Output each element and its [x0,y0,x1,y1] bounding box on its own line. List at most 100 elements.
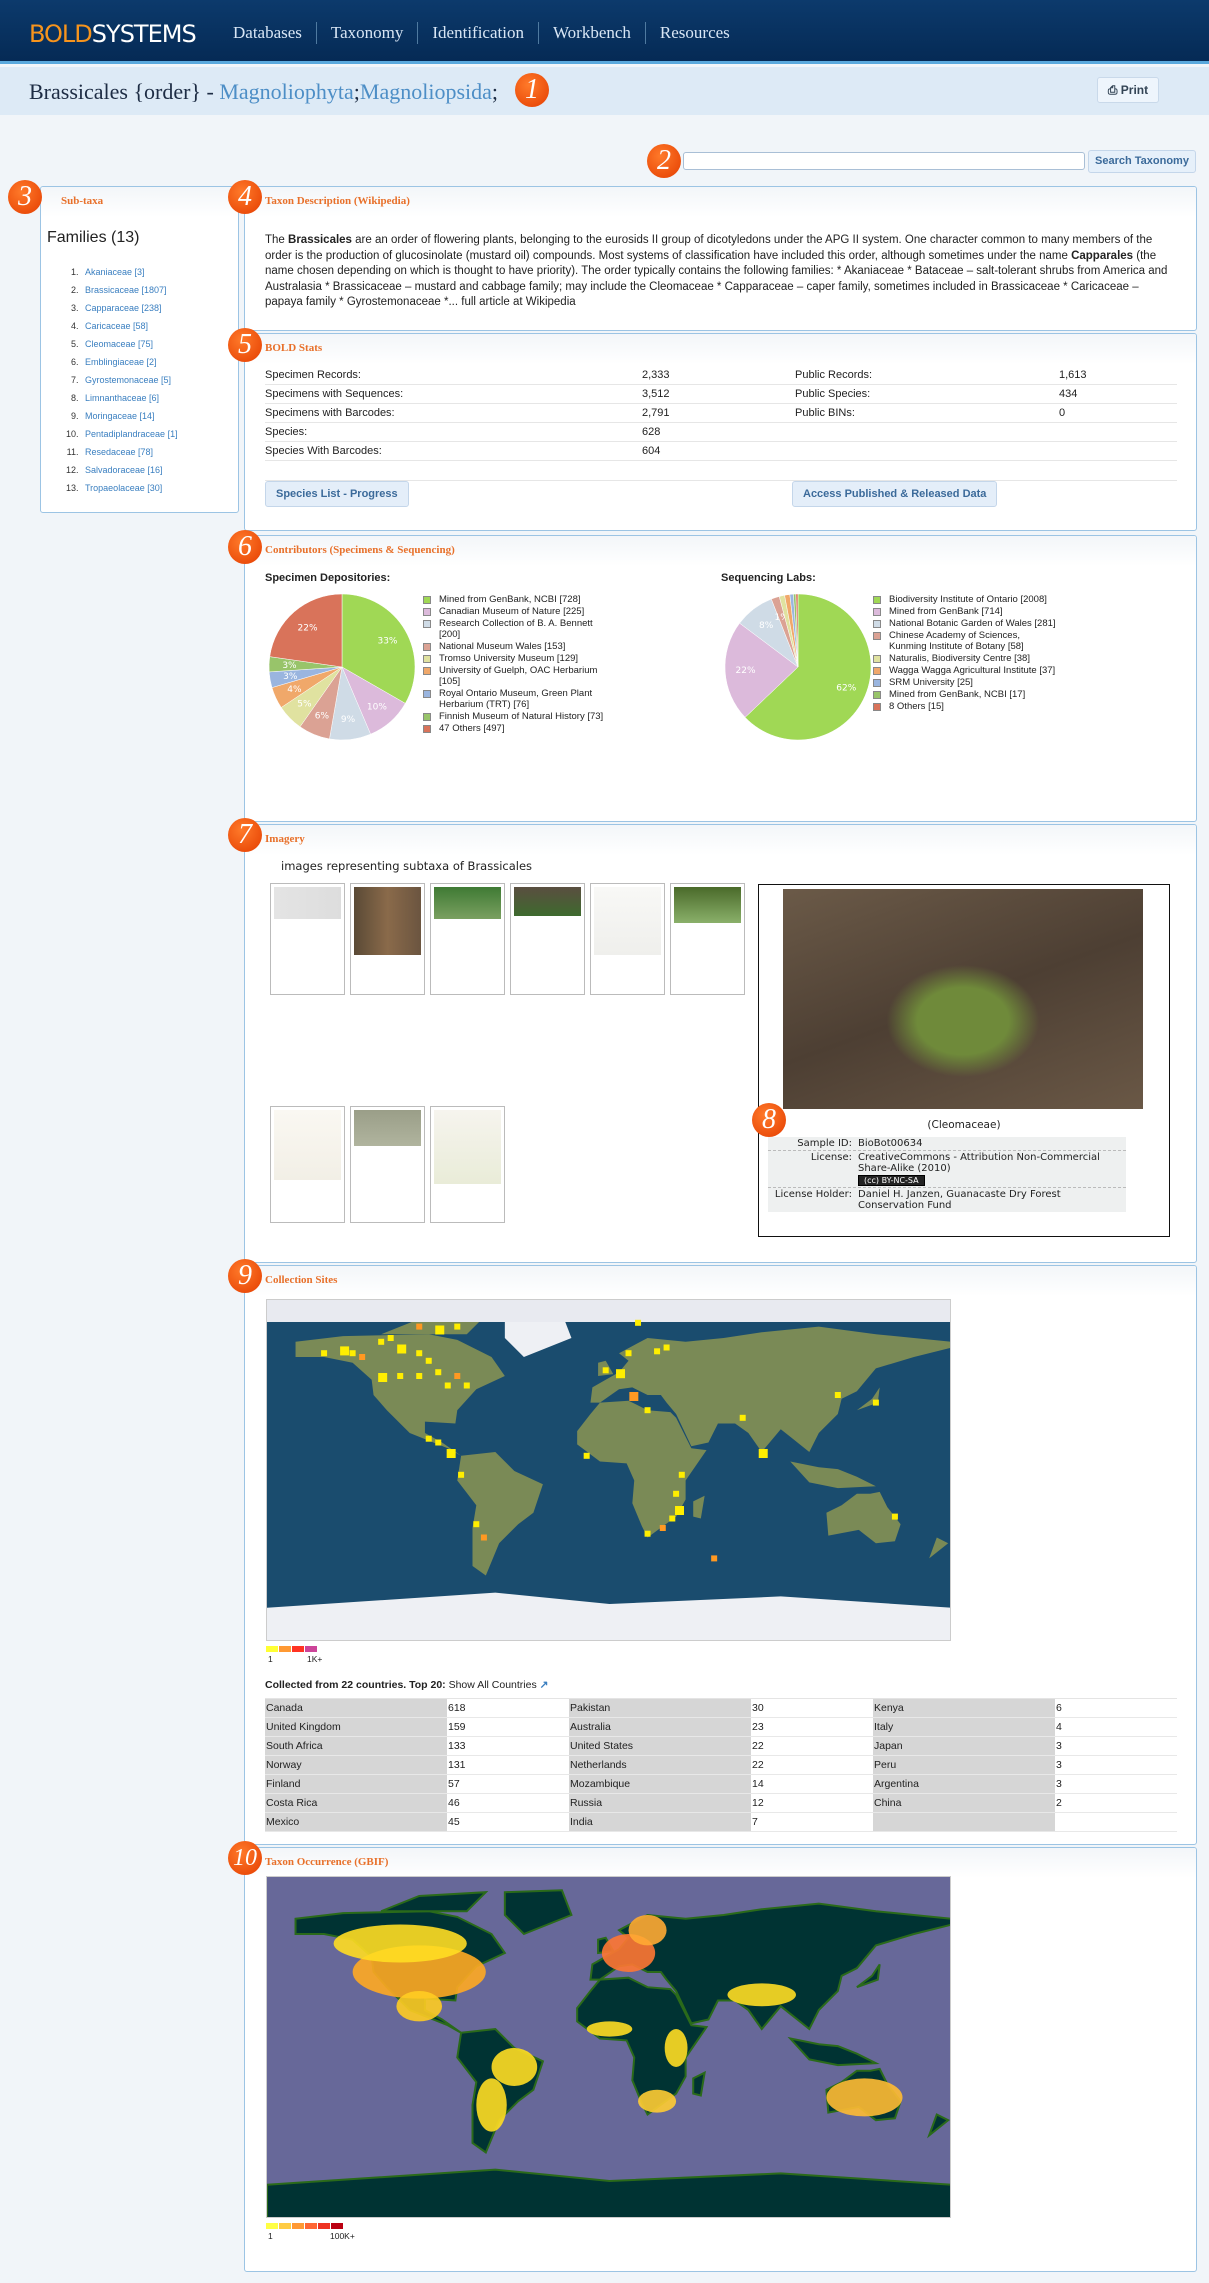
collection-site-marker[interactable] [340,1346,350,1356]
collection-sites-map[interactable] [266,1299,951,1641]
cc-license-badge[interactable]: (cc) BY-NC-SA [858,1175,925,1186]
collection-site-marker[interactable] [739,1414,746,1421]
collection-site-marker[interactable] [625,1350,632,1357]
legend-swatch [873,620,881,628]
collection-site-marker[interactable] [629,1392,639,1401]
collection-site-marker[interactable] [446,1449,456,1458]
collection-site-marker[interactable] [616,1369,626,1379]
collection-site-marker[interactable] [435,1439,442,1446]
image-thumbnail[interactable] [350,883,425,995]
family-link[interactable]: Capparaceae [238] [85,303,162,313]
country-name: Canada [265,1699,447,1717]
collection-site-marker[interactable] [435,1325,445,1335]
collection-site-marker[interactable] [635,1319,642,1326]
country-name: Mexico [265,1813,447,1831]
family-link[interactable]: Moringaceae [14] [85,411,155,421]
legend-swatch [873,667,881,675]
image-thumbnail[interactable] [670,883,745,995]
family-link[interactable]: Salvadoraceae [16] [85,465,163,475]
show-all-countries-link[interactable]: Show All Countries [449,1679,537,1691]
stat-row: Specimens with Sequences: 3,512 Public Spe… [265,385,1177,404]
collection-site-marker[interactable] [583,1452,590,1459]
collection-site-marker[interactable] [654,1348,661,1355]
collection-site-marker[interactable] [416,1350,423,1357]
family-link[interactable]: Akaniaceae [3] [85,267,145,277]
species-list-progress-button[interactable]: Species List - Progress [265,481,409,507]
family-link[interactable]: Resedaceae [78] [85,447,153,457]
collection-site-marker[interactable] [711,1555,718,1562]
collection-site-marker[interactable] [659,1525,666,1531]
collection-site-marker[interactable] [473,1521,480,1528]
print-button[interactable]: ⎙ Print [1097,77,1159,103]
collection-site-marker[interactable] [321,1350,328,1357]
collection-site-marker[interactable] [663,1344,670,1351]
family-link[interactable]: Tropaeolaceae [30] [85,483,162,493]
collection-site-marker[interactable] [872,1399,879,1406]
image-thumbnail[interactable] [430,1106,505,1223]
image-thumbnail[interactable] [350,1106,425,1223]
search-taxonomy-button[interactable]: Search Taxonomy [1088,150,1196,173]
collection-site-marker[interactable] [454,1323,461,1330]
family-link[interactable]: Brassicaceae [1807] [85,285,167,295]
panel-heading: Sub-taxa [41,187,238,217]
collection-site-marker[interactable] [644,1407,651,1414]
collection-site-marker[interactable] [359,1354,366,1360]
collection-site-marker[interactable] [669,1515,676,1522]
collection-site-marker[interactable] [644,1530,651,1537]
collection-site-marker[interactable] [397,1344,407,1354]
collection-site-marker[interactable] [891,1513,898,1520]
wikipedia-link[interactable]: full article at Wikipedia [461,296,575,308]
collection-site-marker[interactable] [480,1534,487,1541]
taxonomy-search-input[interactable] [683,152,1085,170]
gbif-occurrence-map[interactable] [266,1876,951,2218]
image-thumbnail[interactable] [270,883,345,995]
image-thumbnail[interactable] [510,883,585,995]
family-item: Caricaceae [58] [81,321,238,339]
collection-site-marker[interactable] [678,1471,685,1478]
collection-site-marker[interactable] [378,1338,385,1345]
image-thumbnail[interactable] [430,883,505,995]
collection-site-marker[interactable] [378,1373,388,1382]
collection-site-marker[interactable] [602,1367,609,1374]
collection-site-marker[interactable] [458,1471,465,1478]
logo-bold: BOLD [29,20,93,48]
collection-site-marker[interactable] [454,1373,461,1379]
collection-site-marker[interactable] [416,1323,423,1330]
collection-site-marker[interactable] [444,1382,451,1389]
breadcrumb-magnoliophyta[interactable]: Magnoliophyta [219,79,353,104]
family-link[interactable]: Pentadiplandraceae [1] [85,429,178,439]
legend-label: National Botanic Garden of Wales [281] [889,618,1056,629]
collection-site-marker[interactable] [349,1350,356,1357]
specimen-photo[interactable] [783,889,1143,1109]
access-published-data-button[interactable]: Access Published & Released Data [792,481,998,507]
collection-site-marker[interactable] [673,1490,680,1497]
image-thumbnail[interactable] [270,1106,345,1223]
family-link[interactable]: Caricaceae [58] [85,321,148,331]
collection-site-marker[interactable] [834,1392,841,1398]
bold-systems-logo[interactable]: BOLDSYSTEMS [29,20,197,48]
collection-site-marker[interactable] [758,1449,768,1458]
collection-site-marker[interactable] [675,1506,684,1515]
nav-taxonomy[interactable]: Taxonomy [315,22,417,44]
country-count: 131 [448,1759,466,1771]
legend-label: Mined from GenBank, NCBI [17] [889,689,1026,700]
collection-site-marker[interactable] [397,1373,404,1379]
collection-site-marker[interactable] [387,1335,394,1341]
collection-site-marker[interactable] [463,1382,470,1389]
nav-resources[interactable]: Resources [644,22,744,44]
collection-site-marker[interactable] [425,1357,432,1364]
scale-min: 1 [268,1654,273,1664]
image-thumbnail[interactable] [590,883,665,995]
family-link[interactable]: Cleomaceae [75] [85,339,153,349]
nav-identification[interactable]: Identification [417,22,538,44]
collection-site-marker[interactable] [416,1373,423,1379]
breadcrumb-magnoliopsida[interactable]: Magnoliopsida [360,79,492,104]
taxon-link[interactable]: Cleomaceae [932,1119,997,1131]
family-link[interactable]: Gyrostemonaceae [5] [85,375,171,385]
nav-workbench[interactable]: Workbench [537,22,645,44]
collection-site-marker[interactable] [435,1369,442,1376]
family-link[interactable]: Limnanthaceae [6] [85,393,159,403]
collection-site-marker[interactable] [425,1435,432,1442]
nav-databases[interactable]: Databases [223,22,316,44]
family-link[interactable]: Emblingiaceae [2] [85,357,157,367]
